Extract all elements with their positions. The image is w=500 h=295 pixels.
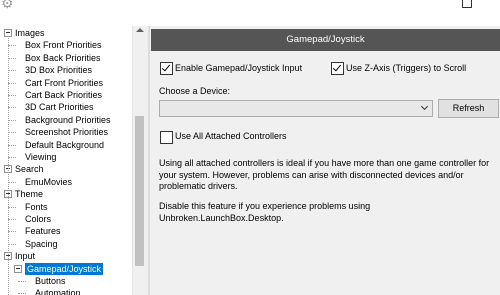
tree-connector <box>18 293 26 295</box>
tree-item-label: Search <box>15 164 44 175</box>
enable-gamepad-label[interactable]: Enable Gamepad/Joystick Input <box>175 63 302 73</box>
title-bar: ⚙ <box>0 0 500 26</box>
tree-item[interactable]: Features <box>0 225 132 237</box>
tree-scrollbar[interactable] <box>132 26 147 295</box>
tree-item[interactable]: Input <box>0 250 132 262</box>
panel-title: Gamepad/Joystick <box>151 29 500 51</box>
tree-item[interactable]: Viewing <box>0 151 132 163</box>
tree-item-label: Viewing <box>25 152 57 162</box>
tree-item-label: Cart Front Priorities <box>25 77 104 88</box>
tree-item-label: Colors <box>25 214 52 224</box>
tree-item-label: Automation <box>35 288 81 295</box>
tree-item-label: Gamepad/Joystick <box>25 262 104 275</box>
zaxis-label[interactable]: Use Z-Axis (Triggers) to Scroll <box>346 63 466 73</box>
panel-divider[interactable] <box>148 26 150 295</box>
tree-item-label: Theme <box>15 189 44 200</box>
chevron-down-icon <box>420 102 429 111</box>
tree-connector <box>8 181 16 183</box>
description-text: Using all attached controllers is ideal … <box>159 158 490 191</box>
tree-item-label: Screenshot Priorities <box>25 127 109 138</box>
tree-connector <box>8 219 16 220</box>
tree-item[interactable]: Images <box>0 27 132 39</box>
tree-item[interactable]: Cart Back Priorities <box>0 89 132 101</box>
tree-item-label: Features <box>25 226 61 237</box>
all-controllers-label[interactable]: Use All Attached Controllers <box>175 131 287 141</box>
tree-item[interactable]: Gamepad/Joystick <box>0 262 132 275</box>
tree-connector <box>8 243 16 245</box>
tree-item-label: Background Priorities <box>25 114 111 125</box>
settings-tree: Images Box Front Priorities Box Back Prior… <box>0 26 146 295</box>
tree-item[interactable]: Cart Front Priorities <box>0 77 132 89</box>
tree-item[interactable]: 3D Box Priorities <box>0 64 132 76</box>
zaxis-checkbox[interactable] <box>331 62 344 75</box>
device-label: Choose a Device: <box>159 86 231 96</box>
tree-item[interactable]: Buttons <box>0 275 132 287</box>
tree-connector <box>8 82 16 84</box>
tree-connector <box>8 107 16 109</box>
collapse-toggle-icon[interactable] <box>14 264 22 273</box>
tree-item[interactable]: Colors <box>0 213 132 225</box>
tree-connector <box>8 132 16 134</box>
tree-connector <box>8 95 16 96</box>
scroll-up-arrow-icon[interactable] <box>136 28 144 32</box>
tree-item[interactable]: Theme <box>0 188 132 200</box>
app-gear-icon: ⚙ <box>1 0 14 11</box>
tree-item[interactable]: 3D Cart Priorities <box>0 101 132 113</box>
scroll-thumb[interactable] <box>135 116 144 266</box>
tree-item-label: Default Background <box>25 139 105 150</box>
tree-item[interactable]: Box Back Priorities <box>0 52 132 64</box>
tree-connector <box>8 70 16 72</box>
maximize-button[interactable] <box>462 0 472 8</box>
tree-item-label: Input <box>15 251 36 262</box>
tree-connector <box>8 231 16 233</box>
tree-item[interactable]: EmuMovies <box>0 176 132 188</box>
tree-item-label: Images <box>15 28 45 38</box>
tree-item-label: EmuMovies <box>25 176 73 187</box>
tree-item-label: Box Back Priorities <box>25 52 101 63</box>
tree-connector <box>8 144 16 146</box>
tree-item[interactable]: Fonts <box>0 201 132 213</box>
tree-item[interactable]: Automation <box>0 287 132 295</box>
tree-connector <box>8 45 16 47</box>
tree-item-label: 3D Cart Priorities <box>25 102 94 113</box>
device-select[interactable] <box>159 100 433 117</box>
tree-item-label: Cart Back Priorities <box>25 90 103 100</box>
refresh-button[interactable]: Refresh <box>438 99 499 118</box>
tree-item[interactable]: Spacing <box>0 238 132 250</box>
tree-item-label: Fonts <box>25 201 48 212</box>
tree-item[interactable]: Search <box>0 163 132 175</box>
tree-connector <box>8 57 16 59</box>
tree-item-label: 3D Box Priorities <box>25 65 93 76</box>
tree-connector <box>18 281 26 282</box>
tree-item[interactable]: Box Front Priorities <box>0 39 132 51</box>
tree-item-label: Box Front Priorities <box>25 40 102 51</box>
tree-item[interactable]: Background Priorities <box>0 114 132 126</box>
all-controllers-checkbox[interactable] <box>160 131 173 144</box>
enable-gamepad-checkbox[interactable] <box>160 62 173 75</box>
tree-connector <box>8 119 16 121</box>
tree-item[interactable]: Default Background <box>0 139 132 151</box>
disable-note-text: Disable this feature if you experience p… <box>159 201 371 223</box>
tree-connector <box>8 157 16 158</box>
tree-item[interactable]: Screenshot Priorities <box>0 126 132 138</box>
tree-item-label: Spacing <box>25 238 58 249</box>
tree-item-label: Buttons <box>35 276 66 286</box>
tree-guide-line <box>8 36 9 295</box>
tree-connector <box>8 206 16 208</box>
